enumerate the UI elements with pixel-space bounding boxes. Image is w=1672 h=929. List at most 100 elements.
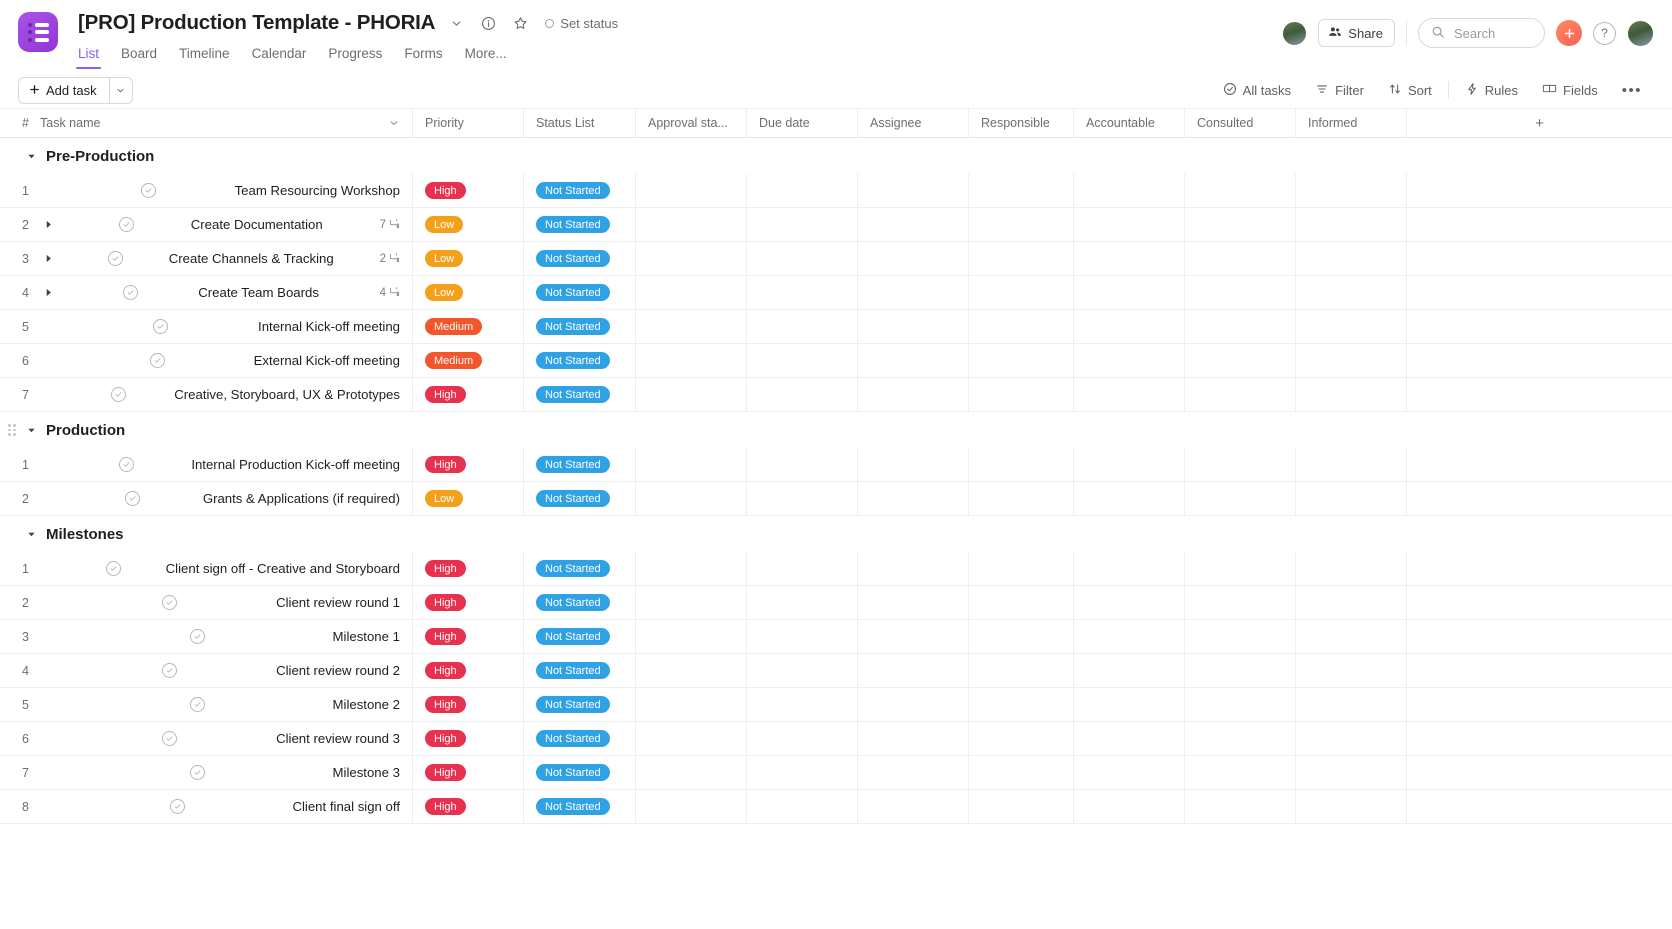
consulted-cell[interactable] bbox=[1185, 174, 1296, 207]
complete-task-icon[interactable] bbox=[125, 491, 140, 506]
table-row[interactable]: 2Create Documentation7LowNot Started bbox=[0, 208, 1672, 242]
add-button[interactable] bbox=[1556, 20, 1582, 46]
responsible-cell[interactable] bbox=[969, 756, 1074, 789]
accountable-cell[interactable] bbox=[1074, 344, 1185, 377]
responsible-cell[interactable] bbox=[969, 378, 1074, 411]
priority-cell[interactable]: High bbox=[413, 552, 524, 585]
status-cell[interactable]: Not Started bbox=[524, 482, 636, 515]
table-row[interactable]: 6Client review round 3HighNot Started bbox=[0, 722, 1672, 756]
informed-cell[interactable] bbox=[1296, 208, 1407, 241]
tab-forms[interactable]: Forms bbox=[404, 46, 442, 69]
list-app-icon[interactable] bbox=[18, 12, 58, 52]
more-options-button[interactable]: ••• bbox=[1610, 77, 1654, 103]
responsible-cell[interactable] bbox=[969, 790, 1074, 823]
table-row[interactable]: 7Milestone 3HighNot Started bbox=[0, 756, 1672, 790]
approval-status-cell[interactable] bbox=[636, 552, 747, 585]
status-cell[interactable]: Not Started bbox=[524, 448, 636, 481]
add-task-button[interactable]: Add task bbox=[18, 77, 109, 104]
consulted-cell[interactable] bbox=[1185, 586, 1296, 619]
task-name-cell[interactable]: Client review round 3 bbox=[40, 722, 413, 755]
accountable-cell[interactable] bbox=[1074, 688, 1185, 721]
complete-task-icon[interactable] bbox=[108, 251, 123, 266]
responsible-cell[interactable] bbox=[969, 552, 1074, 585]
assignee-cell[interactable] bbox=[858, 174, 969, 207]
due-date-cell[interactable] bbox=[747, 242, 858, 275]
complete-task-icon[interactable] bbox=[119, 457, 134, 472]
consulted-cell[interactable] bbox=[1185, 378, 1296, 411]
column-header-informed[interactable]: Informed bbox=[1296, 108, 1407, 138]
informed-cell[interactable] bbox=[1296, 688, 1407, 721]
approval-status-cell[interactable] bbox=[636, 620, 747, 653]
approval-status-cell[interactable] bbox=[636, 688, 747, 721]
accountable-cell[interactable] bbox=[1074, 378, 1185, 411]
complete-task-icon[interactable] bbox=[162, 731, 177, 746]
priority-cell[interactable]: High bbox=[413, 654, 524, 687]
priority-cell[interactable]: High bbox=[413, 174, 524, 207]
task-name-cell[interactable]: Client review round 2 bbox=[40, 654, 413, 687]
assignee-cell[interactable] bbox=[858, 448, 969, 481]
table-row[interactable]: 3Milestone 1HighNot Started bbox=[0, 620, 1672, 654]
accountable-cell[interactable] bbox=[1074, 552, 1185, 585]
approval-status-cell[interactable] bbox=[636, 310, 747, 343]
consulted-cell[interactable] bbox=[1185, 552, 1296, 585]
chevron-down-icon[interactable] bbox=[388, 117, 400, 129]
assignee-cell[interactable] bbox=[858, 242, 969, 275]
complete-task-icon[interactable] bbox=[170, 799, 185, 814]
priority-cell[interactable]: High bbox=[413, 586, 524, 619]
approval-status-cell[interactable] bbox=[636, 276, 747, 309]
task-name-cell[interactable]: Milestone 1 bbox=[40, 620, 413, 653]
accountable-cell[interactable] bbox=[1074, 448, 1185, 481]
informed-cell[interactable] bbox=[1296, 276, 1407, 309]
due-date-cell[interactable] bbox=[747, 552, 858, 585]
search-input[interactable]: Search bbox=[1418, 18, 1545, 48]
table-row[interactable]: 3Create Channels & Tracking2LowNot Start… bbox=[0, 242, 1672, 276]
complete-task-icon[interactable] bbox=[123, 285, 138, 300]
priority-cell[interactable]: Low bbox=[413, 208, 524, 241]
responsible-cell[interactable] bbox=[969, 344, 1074, 377]
task-name-cell[interactable]: Create Channels & Tracking2 bbox=[40, 242, 413, 275]
informed-cell[interactable] bbox=[1296, 378, 1407, 411]
responsible-cell[interactable] bbox=[969, 620, 1074, 653]
avatar[interactable] bbox=[1282, 21, 1307, 46]
status-cell[interactable]: Not Started bbox=[524, 688, 636, 721]
responsible-cell[interactable] bbox=[969, 174, 1074, 207]
consulted-cell[interactable] bbox=[1185, 688, 1296, 721]
informed-cell[interactable] bbox=[1296, 586, 1407, 619]
task-name-cell[interactable]: Client review round 1 bbox=[40, 586, 413, 619]
complete-task-icon[interactable] bbox=[141, 183, 156, 198]
due-date-cell[interactable] bbox=[747, 310, 858, 343]
priority-cell[interactable]: High bbox=[413, 722, 524, 755]
table-row[interactable]: 1Team Resourcing WorkshopHighNot Started bbox=[0, 174, 1672, 208]
accountable-cell[interactable] bbox=[1074, 722, 1185, 755]
assignee-cell[interactable] bbox=[858, 310, 969, 343]
consulted-cell[interactable] bbox=[1185, 242, 1296, 275]
column-header-priority[interactable]: Priority bbox=[413, 108, 524, 138]
informed-cell[interactable] bbox=[1296, 174, 1407, 207]
approval-status-cell[interactable] bbox=[636, 344, 747, 377]
priority-cell[interactable]: High bbox=[413, 790, 524, 823]
complete-task-icon[interactable] bbox=[190, 765, 205, 780]
priority-cell[interactable]: High bbox=[413, 620, 524, 653]
informed-cell[interactable] bbox=[1296, 242, 1407, 275]
table-row[interactable]: 4Client review round 2HighNot Started bbox=[0, 654, 1672, 688]
status-cell[interactable]: Not Started bbox=[524, 586, 636, 619]
status-cell[interactable]: Not Started bbox=[524, 552, 636, 585]
task-name-cell[interactable]: External Kick-off meeting bbox=[40, 344, 413, 377]
due-date-cell[interactable] bbox=[747, 208, 858, 241]
approval-status-cell[interactable] bbox=[636, 208, 747, 241]
column-header-accountable[interactable]: Accountable bbox=[1074, 108, 1185, 138]
table-row[interactable]: 5Internal Kick-off meetingMediumNot Star… bbox=[0, 310, 1672, 344]
status-cell[interactable]: Not Started bbox=[524, 242, 636, 275]
approval-status-cell[interactable] bbox=[636, 378, 747, 411]
tab-more[interactable]: More... bbox=[465, 46, 507, 69]
table-row[interactable]: 1Internal Production Kick-off meetingHig… bbox=[0, 448, 1672, 482]
expand-subtasks-icon[interactable] bbox=[40, 220, 58, 229]
priority-cell[interactable]: Low bbox=[413, 242, 524, 275]
accountable-cell[interactable] bbox=[1074, 482, 1185, 515]
table-row[interactable]: 6External Kick-off meetingMediumNot Star… bbox=[0, 344, 1672, 378]
sort-button[interactable]: Sort bbox=[1376, 77, 1444, 103]
accountable-cell[interactable] bbox=[1074, 242, 1185, 275]
task-name-cell[interactable]: Client sign off - Creative and Storyboar… bbox=[40, 552, 413, 585]
approval-status-cell[interactable] bbox=[636, 242, 747, 275]
informed-cell[interactable] bbox=[1296, 620, 1407, 653]
